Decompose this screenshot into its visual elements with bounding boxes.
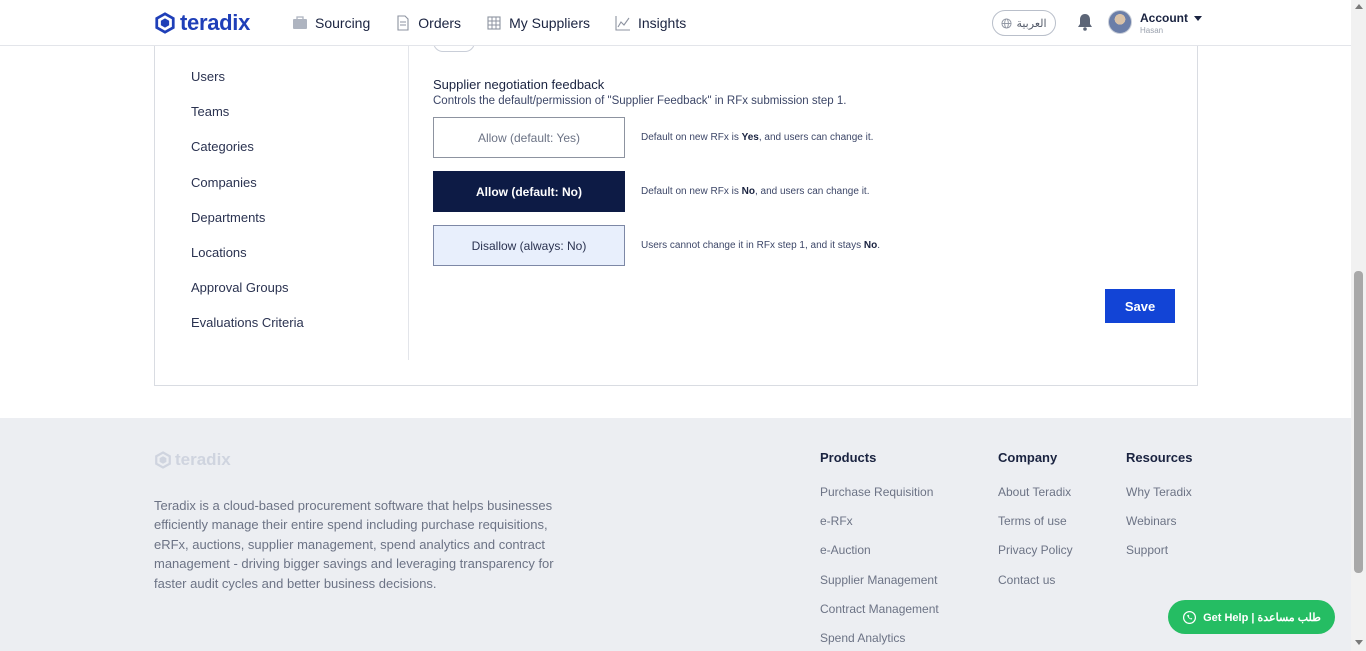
whatsapp-icon — [1183, 610, 1197, 624]
scroll-down-arrow-icon[interactable] — [1355, 640, 1363, 645]
option-allow-default-yes-description: Default on new RFx is Yes, and users can… — [641, 132, 874, 143]
nav-my-suppliers-label: My Suppliers — [509, 15, 590, 31]
nav-insights[interactable]: Insights — [615, 15, 686, 31]
chart-icon — [615, 16, 630, 31]
language-label: العربية — [1016, 17, 1047, 30]
footer-link-contract-management[interactable]: Contract Management — [820, 602, 939, 631]
caret-down-icon — [1194, 15, 1202, 21]
sidebar-item-departments[interactable]: Departments — [191, 210, 265, 225]
footer-column-products: Products Purchase Requisition e-RFx e-Au… — [820, 450, 939, 651]
building-icon — [487, 16, 501, 30]
sidebar-item-companies[interactable]: Companies — [191, 175, 257, 190]
nav-sourcing[interactable]: Sourcing — [292, 15, 370, 31]
settings-panel: Users Teams Categories Companies Departm… — [154, 0, 1198, 386]
globe-icon — [1001, 17, 1013, 29]
sidebar-item-users[interactable]: Users — [191, 69, 225, 84]
account-menu[interactable]: Account Hasan — [1140, 11, 1202, 35]
sidebar-item-approval-groups[interactable]: Approval Groups — [191, 280, 289, 295]
briefcase-icon — [293, 16, 307, 29]
nav-insights-label: Insights — [637, 15, 687, 31]
teradix-logo-icon — [155, 451, 171, 469]
save-button[interactable]: Save — [1105, 289, 1175, 323]
main-nav: Sourcing Orders My Suppliers Insights — [292, 0, 711, 46]
nav-sourcing-label: Sourcing — [315, 15, 371, 31]
get-help-button[interactable]: Get Help | طلب مساعدة — [1168, 600, 1335, 634]
footer-link-purchase-requisition[interactable]: Purchase Requisition — [820, 485, 939, 514]
footer-heading-resources: Resources — [1126, 450, 1193, 465]
section-title: Supplier negotiation feedback — [433, 77, 605, 92]
footer-link-contact[interactable]: Contact us — [998, 573, 1073, 602]
option-allow-default-no-description: Default on new RFx is No, and users can … — [641, 186, 870, 197]
page-scrollbar[interactable] — [1351, 0, 1366, 651]
brand-name: teradix — [180, 10, 251, 35]
footer-heading-company: Company — [998, 450, 1058, 465]
sidebar-divider — [408, 46, 409, 360]
footer-column-company: Company About Teradix Terms of use Priva… — [998, 450, 1073, 602]
footer-link-about[interactable]: About Teradix — [998, 485, 1073, 514]
nav-my-suppliers[interactable]: My Suppliers — [486, 15, 590, 31]
footer-column-resources: Resources Why Teradix Webinars Support — [1126, 450, 1192, 573]
footer-heading-products: Products — [820, 450, 877, 465]
footer-link-support[interactable]: Support — [1126, 543, 1192, 572]
notification-bell-icon[interactable] — [1075, 12, 1095, 32]
sidebar-item-locations[interactable]: Locations — [191, 245, 247, 260]
footer-logo[interactable]: teradix — [154, 450, 231, 470]
brand-logo[interactable]: teradix — [154, 10, 250, 36]
account-username: Hasan — [1140, 26, 1164, 35]
avatar[interactable] — [1108, 10, 1132, 34]
scrollbar-thumb[interactable] — [1354, 271, 1363, 573]
sidebar-item-teams[interactable]: Teams — [191, 104, 229, 119]
account-label: Account — [1140, 11, 1188, 25]
footer-brand-name: teradix — [175, 450, 231, 469]
option-allow-default-no-button[interactable]: Allow (default: No) — [433, 171, 625, 212]
sidebar-item-evaluations-criteria[interactable]: Evaluations Criteria — [191, 315, 304, 330]
option-allow-default-yes-button[interactable]: Allow (default: Yes) — [433, 117, 625, 158]
footer-link-webinars[interactable]: Webinars — [1126, 514, 1192, 543]
footer-link-terms[interactable]: Terms of use — [998, 514, 1073, 543]
footer-link-why-teradix[interactable]: Why Teradix — [1126, 485, 1192, 514]
scroll-up-arrow-icon[interactable] — [1355, 4, 1363, 9]
footer-link-erfx[interactable]: e-RFx — [820, 514, 939, 543]
nav-orders[interactable]: Orders — [395, 15, 461, 31]
nav-orders-label: Orders — [418, 15, 462, 31]
footer-link-supplier-management[interactable]: Supplier Management — [820, 573, 939, 602]
footer: teradix Teradix is a cloud-based procure… — [0, 418, 1351, 651]
top-navbar: teradix Sourcing Orders My Suppliers Ins… — [0, 0, 1351, 46]
section-description: Controls the default/permission of "Supp… — [433, 95, 847, 107]
option-disallow-description: Users cannot change it in RFx step 1, an… — [641, 240, 881, 251]
language-switch-button[interactable]: العربية — [992, 10, 1056, 36]
footer-description: Teradix is a cloud-based procurement sof… — [154, 498, 554, 591]
document-icon — [397, 15, 409, 31]
teradix-logo-icon — [155, 12, 175, 34]
footer-link-privacy[interactable]: Privacy Policy — [998, 543, 1073, 572]
option-disallow-button[interactable]: Disallow (always: No) — [433, 225, 625, 266]
footer-link-spend-analytics[interactable]: Spend Analytics — [820, 631, 939, 651]
footer-link-eauction[interactable]: e-Auction — [820, 543, 939, 572]
sidebar-item-categories[interactable]: Categories — [191, 139, 254, 154]
get-help-label: Get Help | طلب مساعدة — [1203, 611, 1321, 624]
